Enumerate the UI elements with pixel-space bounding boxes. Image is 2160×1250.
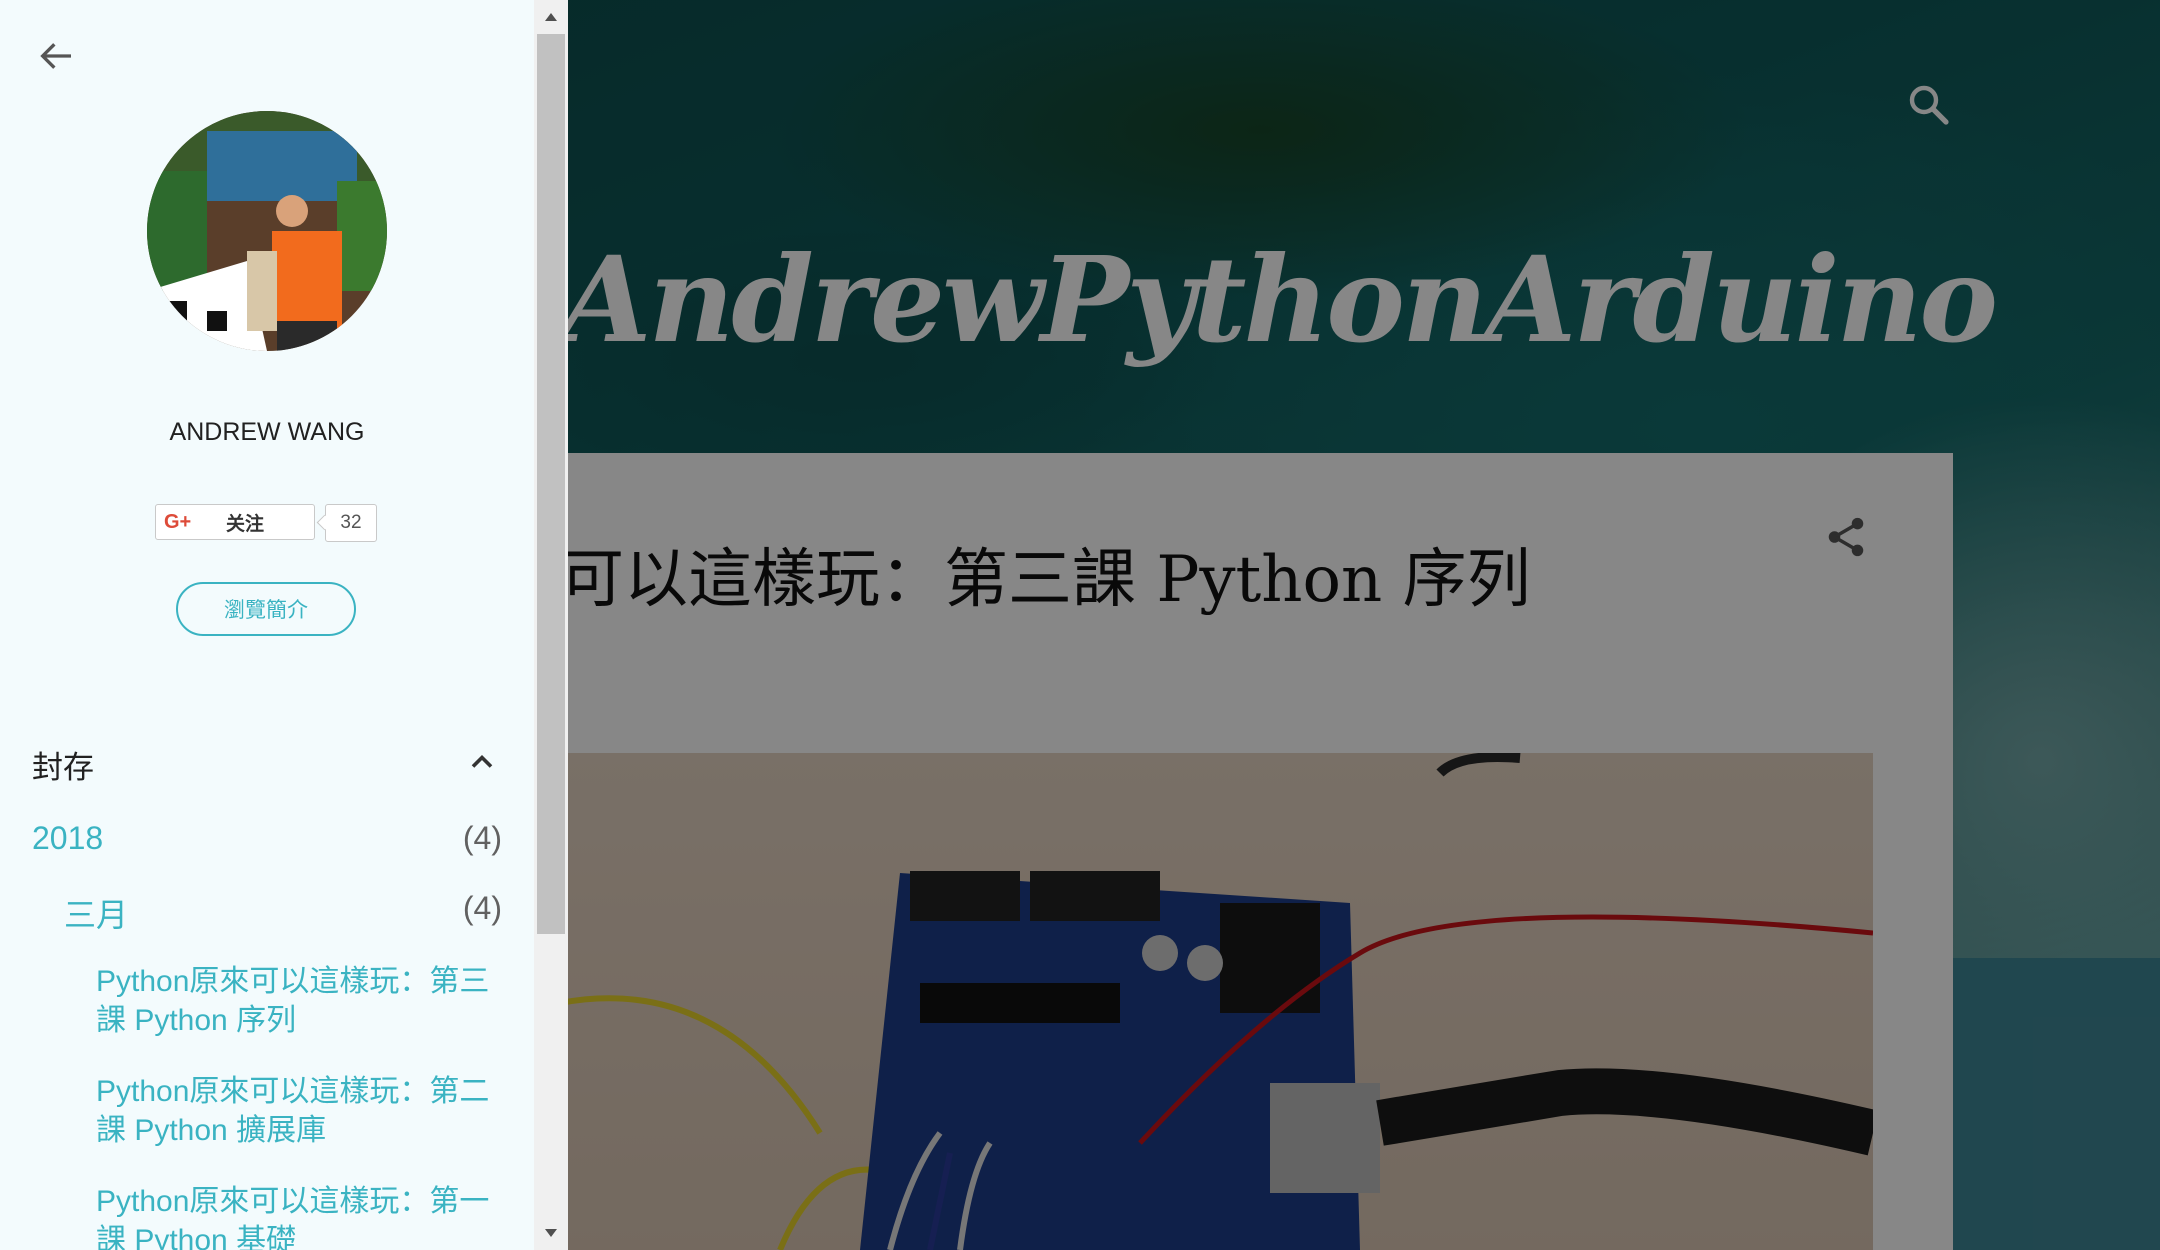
scroll-down-arrow-icon[interactable] <box>534 1216 568 1250</box>
archive-section-header[interactable]: 封存 <box>32 738 502 788</box>
scroll-up-arrow-icon[interactable] <box>534 0 568 34</box>
archive-year-count: (4) <box>462 820 502 856</box>
chevron-up-icon <box>471 754 493 768</box>
drawer-scrollbar[interactable] <box>534 0 568 1250</box>
browse-profile-button[interactable]: 瀏覽簡介 <box>176 582 356 636</box>
archive-post-link[interactable]: Python原來可以這樣玩：第一課 Python 基礎 <box>96 1182 506 1250</box>
side-drawer: ANDREW WANG G+ 关注 32 瀏覽簡介 封存 2018 (4) 三月… <box>0 0 568 1250</box>
archive-month-march[interactable]: 三月 (4) <box>64 890 502 936</box>
archive-year-label: 2018 <box>32 820 104 856</box>
google-plus-icon: G+ <box>164 510 192 533</box>
page: AndrewPythonArduino 可以這樣玩：第三課 Python 序列 <box>0 0 2160 1250</box>
gplus-follow-label: 关注 <box>226 512 265 535</box>
avatar[interactable] <box>147 111 387 351</box>
archive-post-link[interactable]: Python原來可以這樣玩：第三課 Python 序列 <box>96 962 506 1040</box>
archive-post-link[interactable]: Python原來可以這樣玩：第二課 Python 擴展庫 <box>96 1072 506 1150</box>
back-button[interactable] <box>30 30 82 82</box>
profile-name: ANDREW WANG <box>169 418 365 446</box>
archive-month-label: 三月 <box>64 897 129 933</box>
arrow-back-icon <box>40 43 71 69</box>
gplus-follow-button[interactable]: G+ 关注 <box>155 504 315 540</box>
archive-year-2018[interactable]: 2018 (4) <box>32 820 502 857</box>
gplus-follower-count: 32 <box>325 504 377 542</box>
archive-title: 封存 <box>32 750 94 786</box>
scrollbar-thumb[interactable] <box>537 34 565 934</box>
archive-month-count: (4) <box>462 890 502 926</box>
